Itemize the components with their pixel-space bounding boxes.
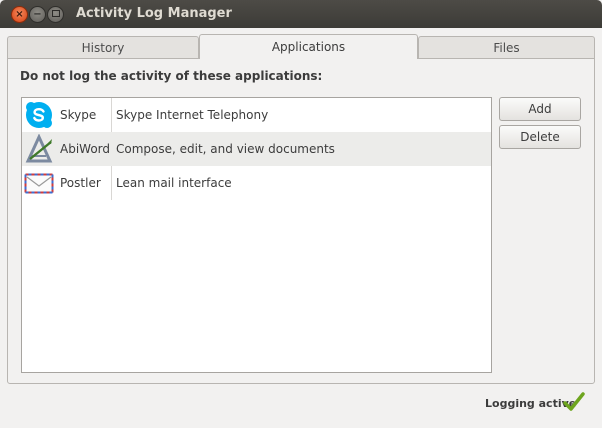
close-button[interactable]: × <box>11 6 28 23</box>
tab-applications[interactable]: Applications <box>199 34 418 59</box>
minimize-button[interactable]: − <box>29 6 46 23</box>
app-description: Compose, edit, and view documents <box>116 142 335 156</box>
maximize-button[interactable] <box>47 6 64 23</box>
delete-button[interactable]: Delete <box>499 125 581 149</box>
tab-history[interactable]: History <box>7 36 199 58</box>
application-list[interactable]: Skype Skype Internet Telephony AbiWord C… <box>21 97 492 373</box>
close-icon: × <box>15 9 24 20</box>
list-item[interactable]: Postler Lean mail interface <box>22 166 491 200</box>
postler-icon <box>24 173 54 194</box>
app-description: Lean mail interface <box>116 176 232 190</box>
tab-bar: History Applications Files <box>7 34 595 59</box>
app-description: Skype Internet Telephony <box>116 108 269 122</box>
minimize-icon: − <box>33 9 42 20</box>
abiword-icon <box>25 134 53 163</box>
list-item[interactable]: AbiWord Compose, edit, and view document… <box>22 132 491 166</box>
app-name: AbiWord <box>60 142 111 156</box>
list-item[interactable]: Skype Skype Internet Telephony <box>22 98 491 132</box>
window: × − Activity Log Manager History Applica… <box>0 0 602 428</box>
add-button[interactable]: Add <box>499 97 581 121</box>
panel-heading: Do not log the activity of these applica… <box>20 69 323 83</box>
tab-files[interactable]: Files <box>418 36 595 58</box>
titlebar[interactable]: × − Activity Log Manager <box>0 0 602 28</box>
app-name: Skype <box>60 108 97 122</box>
app-name: Postler <box>60 176 101 190</box>
window-title: Activity Log Manager <box>76 6 232 21</box>
checkmark-icon <box>563 392 585 411</box>
skype-icon <box>26 102 52 128</box>
applications-panel: Do not log the activity of these applica… <box>7 58 595 384</box>
maximize-icon <box>51 10 60 17</box>
